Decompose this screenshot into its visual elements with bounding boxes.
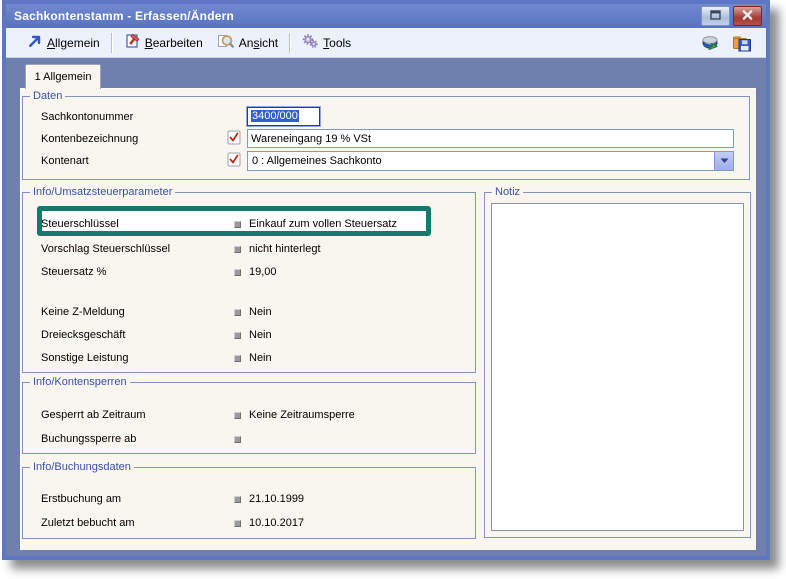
row-value: 19,00 — [249, 266, 277, 278]
row-label: Keine Z-Meldung — [41, 306, 125, 318]
tab-label: 1 Allgemein — [35, 71, 92, 83]
info-row-keine-z-meldung: Keine Z-Meldung Nein — [23, 306, 475, 321]
menu-label: Tools — [323, 36, 351, 50]
row-value: nicht hinterlegt — [249, 243, 321, 255]
menu-label: Ansicht — [239, 36, 278, 50]
menu-item-tools[interactable]: Tools — [295, 30, 358, 55]
window-body: 1 Allgemein Daten Sachkontonummer 3400/0… — [6, 58, 766, 556]
restore-icon — [710, 7, 721, 25]
group-buchungsdaten: Info/Buchungsdaten Erstbuchung am 21.10.… — [22, 467, 476, 539]
menu-item-allgemein[interactable]: Allgemein — [20, 31, 107, 55]
modified-check-icon — [227, 130, 241, 145]
bullet-marker-icon — [234, 496, 241, 503]
dropdown-arrow-button[interactable] — [714, 152, 733, 170]
notiz-textarea[interactable] — [491, 203, 744, 531]
titlebar[interactable]: Sachkontenstamm - Erfassen/Ändern — [6, 4, 766, 28]
info-row-zuletzt-bebucht-am: Zuletzt bebucht am 10.10.2017 — [23, 517, 475, 532]
row-label: Buchungssperre ab — [41, 433, 136, 445]
kontenart-select[interactable]: 0 : Allgemeines Sachkonto — [247, 151, 734, 171]
bullet-marker-icon — [234, 520, 241, 527]
magnifier-icon — [217, 33, 234, 52]
menu-label: Allgemein — [47, 36, 100, 50]
info-row-gesperrt-ab-zeitraum: Gesperrt ab Zeitraum Keine Zeitraumsperr… — [23, 409, 475, 424]
row-value: Nein — [249, 306, 272, 318]
info-row-vorschlag-steuerschluessel: Vorschlag Steuerschlüssel nicht hinterle… — [23, 243, 475, 258]
row-label: Gesperrt ab Zeitraum — [41, 409, 146, 421]
row-label: Dreiecksgeschäft — [41, 329, 125, 341]
row-value: 21.10.1999 — [249, 493, 304, 505]
row-label: Zuletzt bebucht am — [41, 517, 135, 529]
restore-button[interactable] — [701, 6, 730, 26]
info-row-dreiecksgeschaeft: Dreiecksgeschäft Nein — [23, 329, 475, 344]
toolbar-separator — [111, 33, 113, 53]
sachkontonummer-input[interactable]: 3400/000 — [247, 107, 320, 126]
window-controls — [701, 6, 762, 26]
row-label: Vorschlag Steuerschlüssel — [41, 243, 170, 255]
chevron-down-icon — [720, 158, 729, 164]
content-panel: Daten Sachkontonummer 3400/000 Kontenbez… — [20, 88, 756, 550]
edit-hammer-icon — [124, 33, 140, 52]
close-button[interactable] — [733, 6, 762, 26]
kontenart-label: Kontenart — [41, 155, 89, 167]
info-row-buchungssperre-ab: Buchungssperre ab — [23, 433, 475, 448]
refresh-icon[interactable] — [700, 33, 720, 53]
bullet-marker-icon — [234, 436, 241, 443]
info-row-sonstige-leistung: Sonstige Leistung Nein — [23, 352, 475, 367]
kontenart-selected-value: 0 : Allgemeines Sachkonto — [248, 155, 714, 167]
close-icon — [742, 7, 753, 25]
row-value: 10.10.2017 — [249, 517, 304, 529]
app-window: Sachkontenstamm - Erfassen/Ändern — [2, 0, 770, 560]
info-row-steuerschluessel: Steuerschlüssel Einkauf zum vollen Steue… — [23, 218, 475, 233]
bullet-marker-icon — [234, 412, 241, 419]
group-legend: Info/Umsatzsteuerparameter — [30, 185, 175, 199]
group-legend: Daten — [30, 89, 65, 103]
bullet-marker-icon — [234, 309, 241, 316]
kontenbezeichnung-label: Kontenbezeichnung — [41, 133, 138, 145]
row-label: Erstbuchung am — [41, 493, 121, 505]
gears-icon — [302, 33, 318, 52]
toolbar-right-icons — [700, 33, 758, 53]
group-notiz: Notiz — [484, 192, 751, 538]
info-row-erstbuchung-am: Erstbuchung am 21.10.1999 — [23, 493, 475, 508]
window-title: Sachkontenstamm - Erfassen/Ändern — [6, 9, 234, 23]
kontenbezeichnung-input[interactable] — [247, 129, 734, 148]
row-label: Steuersatz % — [41, 266, 106, 278]
input-selected-text: 3400/000 — [251, 110, 299, 122]
group-legend: Info/Buchungsdaten — [30, 460, 134, 474]
row-value: Keine Zeitraumsperre — [249, 409, 355, 421]
desktop-background: Sachkontenstamm - Erfassen/Ändern — [0, 0, 786, 579]
row-value: Nein — [249, 329, 272, 341]
arrow-up-right-icon — [27, 34, 42, 52]
row-value: Einkauf zum vollen Steuersatz — [249, 218, 397, 230]
tab-allgemein[interactable]: 1 Allgemein — [25, 64, 101, 89]
toolbar: Allgemein Bearbeiten Ansicht Tool — [6, 28, 766, 58]
group-daten: Daten Sachkontonummer 3400/000 Kontenbez… — [22, 96, 750, 180]
bullet-marker-icon — [234, 332, 241, 339]
save-icon[interactable] — [732, 33, 752, 53]
group-umsatzsteuerparameter: Info/Umsatzsteuerparameter Steuerschlüss… — [22, 192, 476, 373]
modified-check-icon — [227, 152, 241, 167]
bullet-marker-icon — [234, 269, 241, 276]
bullet-marker-icon — [234, 221, 241, 228]
bullet-marker-icon — [234, 355, 241, 362]
row-value: Nein — [249, 352, 272, 364]
group-legend: Info/Kontensperren — [30, 375, 130, 389]
sachkontonummer-label: Sachkontonummer — [41, 111, 133, 123]
group-kontensperren: Info/Kontensperren Gesperrt ab Zeitraum … — [22, 382, 476, 454]
toolbar-separator — [289, 33, 291, 53]
info-row-steuersatz: Steuersatz % 19,00 — [23, 266, 475, 281]
menu-item-ansicht[interactable]: Ansicht — [210, 30, 285, 55]
row-label: Sonstige Leistung — [41, 352, 128, 364]
menu-item-bearbeiten[interactable]: Bearbeiten — [117, 30, 210, 55]
group-legend: Notiz — [492, 185, 523, 199]
menu-label: Bearbeiten — [145, 36, 203, 50]
row-label: Steuerschlüssel — [41, 218, 119, 230]
bullet-marker-icon — [234, 246, 241, 253]
